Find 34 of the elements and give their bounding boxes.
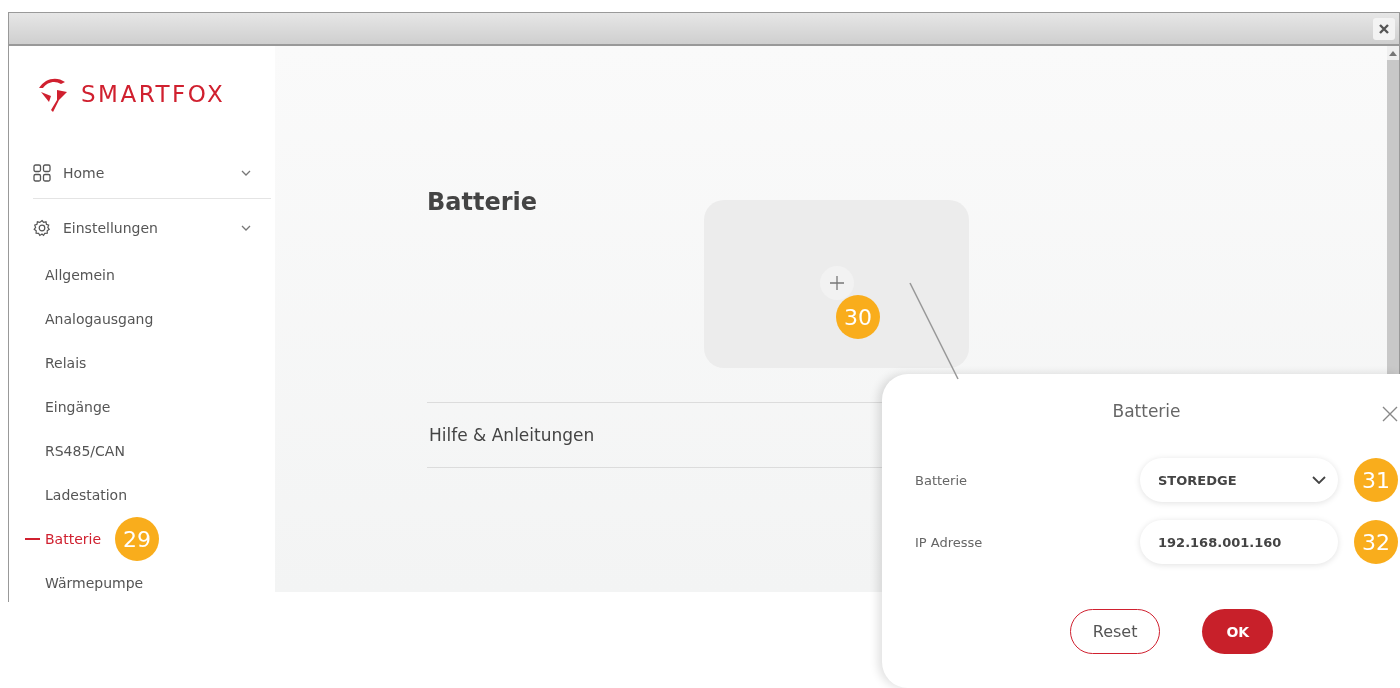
- close-icon[interactable]: [1378, 22, 1390, 35]
- ok-button[interactable]: OK: [1202, 609, 1274, 654]
- scrollbar[interactable]: [1387, 46, 1399, 376]
- nav-subitem[interactable]: Allgemein: [45, 267, 115, 283]
- nav-subitem[interactable]: Eingänge: [45, 399, 111, 415]
- callout-badge: 31: [1354, 458, 1398, 502]
- field-label: IP Adresse: [915, 534, 984, 550]
- nav-subitem[interactable]: Relais: [45, 355, 87, 371]
- nav-item[interactable]: Einstellungen: [33, 203, 251, 253]
- battery-select[interactable]: STOREDGE: [1140, 458, 1338, 502]
- callout-badge: 29: [115, 517, 160, 561]
- callout-badge: 30: [836, 295, 880, 339]
- chevron-icon: [1312, 476, 1326, 484]
- nav-subitem[interactable]: Analogausgang: [45, 311, 154, 327]
- arrow-up-icon[interactable]: [1389, 50, 1397, 56]
- nav-subitem[interactable]: RS485/CAN: [45, 443, 125, 459]
- chevron-icon: [241, 225, 251, 231]
- settings-icon: [33, 219, 51, 237]
- logo-text: SMARTFOX: [81, 81, 226, 107]
- nav-subitem[interactable]: Wärmepumpe: [45, 575, 144, 591]
- ip-address-field[interactable]: 192.168.001.160: [1140, 520, 1338, 564]
- field-label: Batterie: [915, 472, 969, 488]
- nav-subitem[interactable]: Batterie: [45, 531, 102, 547]
- dialog-title: Batterie: [1111, 400, 1182, 422]
- nav-subitem[interactable]: Ladestation: [45, 487, 128, 503]
- reset-button[interactable]: Reset: [1069, 609, 1161, 654]
- nav-item[interactable]: Home: [33, 148, 251, 198]
- add-icon[interactable]: [820, 266, 854, 300]
- chevron-icon: [241, 170, 251, 176]
- close-icon[interactable]: [1382, 406, 1398, 422]
- help-link[interactable]: Hilfe & Anleitungen: [429, 425, 595, 445]
- page-title: Batterie: [427, 187, 539, 217]
- grid-icon: [33, 164, 51, 182]
- callout-badge: 32: [1354, 520, 1398, 564]
